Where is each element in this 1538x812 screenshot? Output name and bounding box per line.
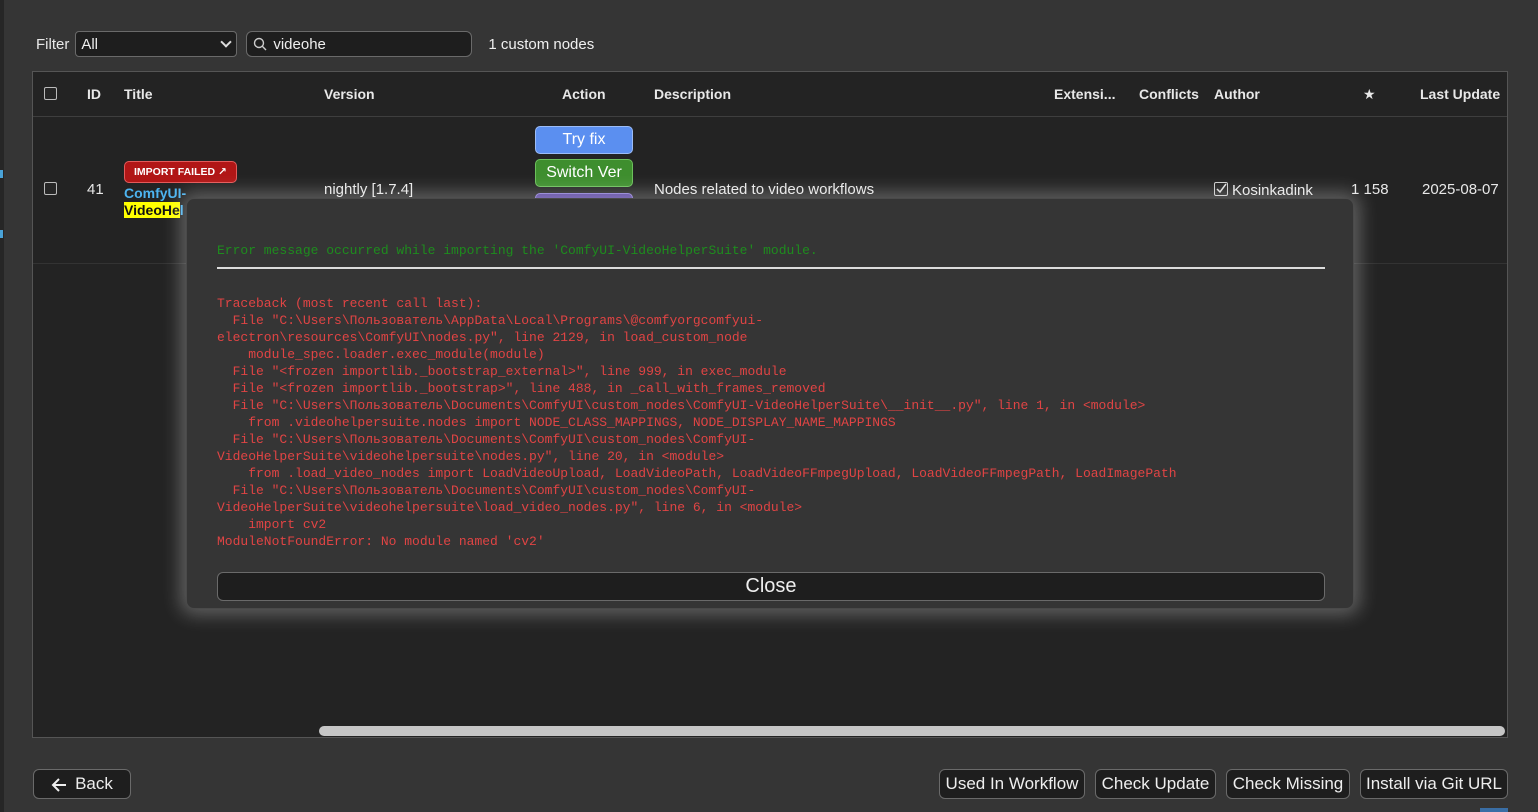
close-button[interactable]: Close [217,572,1325,601]
row-last-update: 2025-08-07 [1422,181,1499,198]
try-fix-button[interactable]: Try fix [535,126,633,154]
column-extensions[interactable]: Extensi... [1054,72,1115,116]
filter-select[interactable]: All [75,31,238,57]
row-description: Nodes related to video workflows [654,181,875,198]
filter-select-value: All [81,35,99,53]
edge-mark [0,170,3,178]
check-box-icon [1214,182,1228,196]
column-title[interactable]: Title [124,72,153,116]
table-header: ID Title Version Action Description Exte… [33,72,1507,117]
title-line-1: ComfyUI- [124,185,187,201]
check-update-button[interactable]: Check Update [1095,769,1216,799]
column-conflicts[interactable]: Conflicts [1139,72,1199,116]
column-version[interactable]: Version [324,72,375,116]
back-label: Back [75,774,113,793]
filter-bar: Filter All videohe 1 custom nodes [36,30,594,58]
traceback-text: Traceback (most recent call last): File … [217,296,1177,549]
divider [217,267,1325,269]
search-icon [254,37,267,51]
chevron-down-icon [220,36,233,48]
arrow-left-icon [51,777,67,792]
column-id[interactable]: ID [87,72,101,116]
row-checkbox[interactable] [44,182,57,195]
left-edge-strip [0,0,4,812]
column-stars[interactable]: ★ [1363,72,1376,116]
import-failed-badge[interactable]: IMPORT FAILED ↗ [124,161,237,183]
column-last-update[interactable]: Last Update [1420,72,1500,116]
row-id: 41 [87,181,104,198]
select-all-checkbox[interactable] [44,87,57,100]
row-version[interactable]: nightly [1.7.4] [324,181,413,198]
install-git-url-button[interactable]: Install via Git URL [1360,769,1508,799]
title-line-2: VideoHel [124,202,186,219]
search-highlight: VideoHe [124,202,180,218]
title-rest: l [179,202,184,218]
filter-label: Filter [36,35,70,53]
error-dialog-title: Error message occurred while importing t… [217,243,818,258]
column-author[interactable]: Author [1214,72,1260,116]
search-input[interactable]: videohe [246,31,473,57]
author-name[interactable]: Kosinkadink [1232,182,1313,199]
column-action[interactable]: Action [562,72,606,116]
horizontal-scrollbar[interactable] [319,726,1505,736]
back-button[interactable]: Back [33,769,131,799]
check-missing-button[interactable]: Check Missing [1226,769,1350,799]
row-author: Kosinkadink [1214,181,1313,199]
result-count: 1 custom nodes [488,35,595,53]
edge-mark [0,230,3,238]
corner-accent [1480,808,1508,812]
column-description[interactable]: Description [654,72,731,116]
error-dialog: Error message occurred while importing t… [186,198,1354,609]
switch-ver-button[interactable]: Switch Ver [535,159,633,187]
search-value: videohe [273,35,326,53]
node-title-link[interactable]: ComfyUI- VideoHel [124,185,186,219]
used-in-workflow-button[interactable]: Used In Workflow [939,769,1085,799]
row-stars: 1 158 [1351,181,1389,198]
